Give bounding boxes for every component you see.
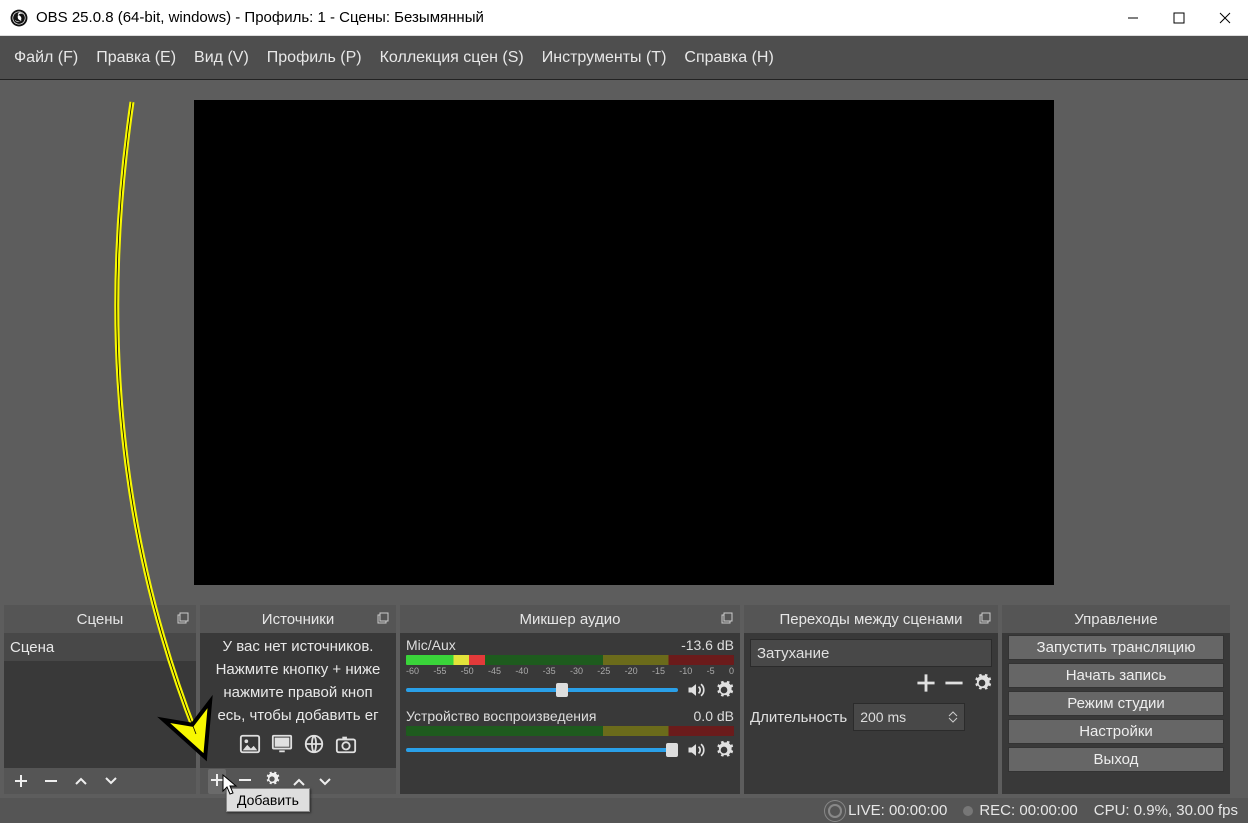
menu-scene-collection[interactable]: Коллекция сцен (S) (380, 49, 524, 67)
transition-add-button[interactable] (916, 673, 936, 693)
mixer-ch2-db: 0.0 dB (694, 708, 734, 724)
browser-source-icon (301, 733, 327, 755)
controls-title: Управление (1002, 611, 1230, 628)
scenes-remove-button[interactable] (42, 772, 60, 790)
volume-slider-mic[interactable] (406, 688, 678, 692)
transition-settings-button[interactable] (972, 673, 992, 693)
scenes-move-down-button[interactable] (102, 772, 120, 790)
titlebar: OBS 25.0.8 (64-bit, windows) - Профиль: … (0, 0, 1248, 36)
vu-meter-desktop (406, 726, 734, 736)
close-button[interactable] (1202, 0, 1248, 36)
start-recording-button[interactable]: Начать запись (1008, 663, 1224, 688)
menu-view[interactable]: Вид (V) (194, 49, 249, 67)
settings-button[interactable]: Настройки (1008, 719, 1224, 744)
vu-ticks: -60-55-50-45-40-35-30-25-20-15-10-50 (406, 666, 734, 676)
mixer-dock: Микшер аудио Mic/Aux -13.6 dB -60-55-50-… (400, 605, 740, 794)
mixer-ch1-db: -13.6 dB (681, 637, 734, 653)
cursor-icon (222, 774, 240, 798)
gear-icon[interactable] (714, 740, 734, 760)
obs-logo-icon (10, 9, 28, 27)
exit-button[interactable]: Выход (1008, 747, 1224, 772)
camera-source-icon (333, 733, 359, 755)
scenes-move-up-button[interactable] (72, 772, 90, 790)
start-streaming-button[interactable]: Запустить трансляцию (1008, 635, 1224, 660)
statusbar: LIVE: 00:00:00 REC: 00:00:00 CPU: 0.9%, … (0, 798, 1248, 823)
rec-dot-icon (963, 806, 973, 816)
menu-edit[interactable]: Правка (E) (96, 49, 176, 67)
mixer-ch2-name: Устройство воспроизведения (406, 708, 596, 724)
maximize-button[interactable] (1156, 0, 1202, 36)
speaker-icon[interactable] (686, 740, 706, 760)
sources-move-down-button[interactable] (318, 771, 332, 792)
preview-canvas[interactable] (194, 100, 1054, 585)
signal-icon (828, 804, 842, 818)
transition-remove-button[interactable] (944, 673, 964, 693)
menu-file[interactable]: Файл (F) (14, 49, 78, 67)
vu-meter-mic (406, 655, 734, 665)
controls-dock: Управление Запустить трансляцию Начать з… (1002, 605, 1230, 794)
transitions-title: Переходы между сценами (744, 611, 998, 628)
mixer-channel-desktop: Устройство воспроизведения 0.0 dB (406, 708, 734, 760)
sources-popout-icon[interactable] (376, 611, 390, 630)
scenes-toolbar (4, 768, 196, 794)
scenes-add-button[interactable] (12, 772, 30, 790)
mixer-ch1-name: Mic/Aux (406, 637, 456, 653)
volume-slider-desktop[interactable] (406, 748, 678, 752)
spinner-icon[interactable] (948, 710, 958, 724)
speaker-icon[interactable] (686, 680, 706, 700)
menubar: Файл (F) Правка (E) Вид (V) Профиль (P) … (0, 36, 1248, 80)
mixer-channel-mic: Mic/Aux -13.6 dB -60-55-50-45-40-35-30-2… (406, 637, 734, 700)
status-live: LIVE: 00:00:00 (848, 802, 947, 819)
menu-help[interactable]: Справка (H) (684, 49, 773, 67)
display-source-icon (269, 733, 295, 755)
minimize-button[interactable] (1110, 0, 1156, 36)
menu-tools[interactable]: Инструменты (T) (542, 49, 667, 67)
transitions-popout-icon[interactable] (978, 611, 992, 630)
mixer-title: Микшер аудио (400, 611, 740, 628)
mixer-popout-icon[interactable] (720, 611, 734, 630)
studio-mode-button[interactable]: Режим студии (1008, 691, 1224, 716)
annotation-arrow (72, 94, 242, 764)
window-title: OBS 25.0.8 (64-bit, windows) - Профиль: … (36, 9, 1110, 26)
menu-profile[interactable]: Профиль (P) (267, 49, 362, 67)
transition-duration-input[interactable]: 200 ms (853, 703, 965, 731)
transition-duration-label: Длительность (750, 709, 847, 726)
transition-select[interactable]: Затухание (750, 639, 992, 667)
status-cpu: CPU: 0.9%, 30.00 fps (1094, 802, 1238, 819)
gear-icon[interactable] (714, 680, 734, 700)
status-rec: REC: 00:00:00 (979, 802, 1077, 819)
transitions-dock: Переходы между сценами Затухание Длитель… (744, 605, 998, 794)
